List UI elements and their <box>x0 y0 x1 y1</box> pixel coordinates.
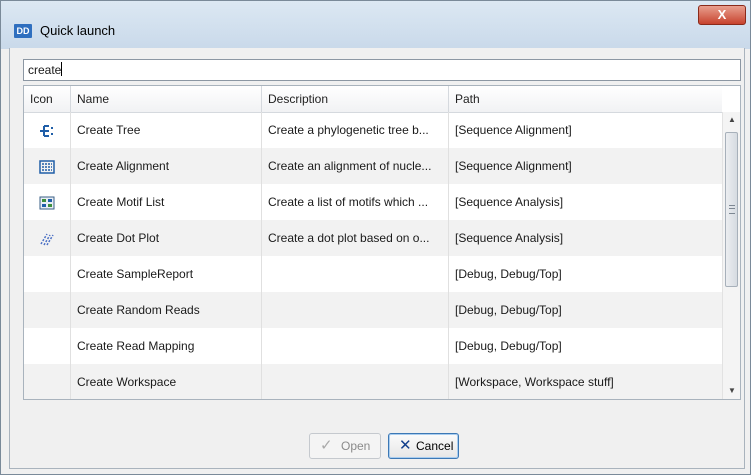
row-description <box>262 256 449 292</box>
row-icon-cell <box>24 184 71 220</box>
row-description <box>262 328 449 364</box>
row-path: [Sequence Alignment] <box>455 123 572 137</box>
row-icon-cell <box>24 364 71 399</box>
row-path: [Debug, Debug/Top] <box>455 339 562 353</box>
row-icon-cell <box>24 328 71 364</box>
cancel-button[interactable]: ✕ Cancel <box>388 433 459 459</box>
table-row[interactable]: Create Tree Create a phylogenetic tree b… <box>24 112 722 148</box>
row-name: Create Motif List <box>71 184 262 220</box>
row-path: [Workspace, Workspace stuff] <box>455 375 614 389</box>
x-icon: ✕ <box>399 437 412 454</box>
search-input[interactable]: create <box>23 59 741 81</box>
row-description: Create a phylogenetic tree b... <box>262 112 449 148</box>
row-icon-cell <box>24 256 71 292</box>
open-button[interactable]: ✓ Open <box>309 433 381 459</box>
title-bar[interactable]: DD Quick launch X <box>1 1 750 49</box>
table-row[interactable]: Create SampleReport [Debug, Debug/Top] <box>24 256 722 292</box>
row-icon-cell <box>24 292 71 328</box>
app-logo-icon: DD <box>14 24 32 38</box>
check-icon: ✓ <box>320 437 333 454</box>
column-header-description[interactable]: Description <box>262 86 449 112</box>
text-caret <box>61 62 63 76</box>
search-input-value: create <box>28 63 62 77</box>
dot-plot-icon <box>40 233 54 246</box>
row-name: Create Tree <box>71 112 262 148</box>
column-header-icon[interactable]: Icon <box>24 86 71 112</box>
row-icon-cell <box>24 112 71 148</box>
row-name: Create Random Reads <box>71 292 262 328</box>
table-row[interactable]: Create Read Mapping [Debug, Debug/Top] <box>24 328 722 364</box>
row-description: Create a list of motifs which ... <box>262 184 449 220</box>
vertical-scrollbar[interactable]: ▲ ▼ <box>722 112 740 399</box>
row-description <box>262 364 449 399</box>
cancel-button-label: Cancel <box>416 439 454 453</box>
row-description <box>262 292 449 328</box>
row-path: [Debug, Debug/Top] <box>455 303 562 317</box>
open-button-label: Open <box>341 439 371 453</box>
row-description: Create an alignment of nucle... <box>262 148 449 184</box>
scroll-up-arrow-icon[interactable]: ▲ <box>723 112 740 128</box>
row-description: Create a dot plot based on o... <box>262 220 449 256</box>
grip-icon <box>729 205 735 214</box>
scroll-down-arrow-icon[interactable]: ▼ <box>723 383 740 399</box>
table-header: Icon Name Description Path <box>24 86 722 113</box>
tree-icon <box>40 124 53 137</box>
table-body: Create Tree Create a phylogenetic tree b… <box>24 112 722 399</box>
row-path: [Debug, Debug/Top] <box>455 267 562 281</box>
column-header-name[interactable]: Name <box>71 86 262 112</box>
row-icon-cell <box>24 220 71 256</box>
row-name: Create Workspace <box>71 364 262 399</box>
row-path: [Sequence Analysis] <box>455 231 564 245</box>
motif-list-icon <box>39 196 55 210</box>
row-name: Create Dot Plot <box>71 220 262 256</box>
table-row[interactable]: Create Motif List Create a list of motif… <box>24 184 722 220</box>
table-row[interactable]: Create Dot Plot Create a dot plot based … <box>24 220 722 256</box>
alignment-icon <box>39 160 55 174</box>
close-button[interactable]: X <box>698 5 746 25</box>
row-path: [Sequence Analysis] <box>455 195 564 209</box>
scrollbar-thumb[interactable] <box>725 132 738 287</box>
row-name: Create Read Mapping <box>71 328 262 364</box>
table-row[interactable]: Create Alignment Create an alignment of … <box>24 148 722 184</box>
row-path: [Sequence Alignment] <box>455 159 572 173</box>
results-table: Icon Name Description Path Create Tree C… <box>23 85 741 400</box>
row-name: Create SampleReport <box>71 256 262 292</box>
column-header-path[interactable]: Path <box>449 86 722 112</box>
table-row[interactable]: Create Workspace [Workspace, Workspace s… <box>24 364 722 399</box>
row-name: Create Alignment <box>71 148 262 184</box>
window-title: Quick launch <box>40 23 116 38</box>
table-row[interactable]: Create Random Reads [Debug, Debug/Top] <box>24 292 722 328</box>
row-icon-cell <box>24 148 71 184</box>
